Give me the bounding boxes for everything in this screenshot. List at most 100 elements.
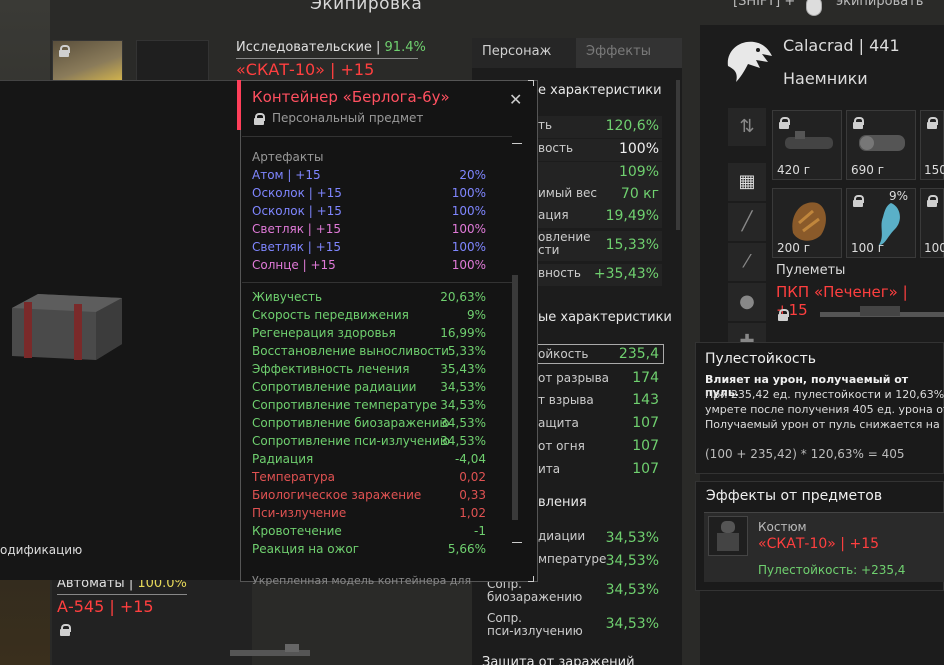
tab-character[interactable]: Персонаж: [472, 38, 576, 68]
stat-value: 100%: [618, 141, 659, 157]
artifact-name[interactable]: Солнце | +15: [252, 258, 336, 272]
item-effects-title: Эффекты от предметов: [706, 488, 883, 504]
divider: [242, 136, 512, 137]
stat-value: 16,99%: [440, 326, 486, 340]
suit-name[interactable]: «СКАТ-10» | +15: [236, 60, 374, 79]
stat-value: 109%: [618, 164, 659, 180]
stat-value: 107: [632, 461, 659, 477]
artifact-value: 100%: [451, 204, 486, 218]
stat-value: 19,49%: [605, 208, 659, 224]
divider: [242, 282, 512, 283]
container-title: Контейнер «Берлога-6у»: [252, 88, 450, 106]
stat-label: овление сти: [538, 230, 591, 257]
stat-value: 34,53%: [605, 553, 659, 569]
stat-label: имый вес: [538, 186, 597, 200]
stat-value: 15,33%: [605, 237, 659, 253]
artifact-name[interactable]: Светляк | +15: [252, 222, 341, 236]
artifact-name[interactable]: Осколок | +15: [252, 204, 342, 218]
scroll-bottom-mark: [512, 542, 522, 543]
stat-label: ита: [538, 462, 561, 476]
page-title: Экипировка: [310, 0, 423, 14]
inventory-cell[interactable]: 100: [920, 188, 944, 258]
stat-value: -1: [474, 524, 486, 538]
stat-label: ойкость: [538, 347, 589, 361]
stat-name: Живучесть: [252, 290, 323, 304]
artifact-value: 100%: [451, 258, 486, 272]
stat-value: 5,33%: [447, 344, 486, 358]
stat-value: 0,02: [459, 470, 486, 484]
stat-value: +35,43%: [593, 266, 659, 282]
tooltip-formula: (100 + 235,42) * 120,63% = 405: [705, 447, 905, 461]
suit-slot[interactable]: [52, 40, 123, 82]
suit-stat: Исследовательские | 91.4%: [236, 40, 426, 55]
stat-label: ащита: [538, 416, 579, 430]
item-kind: Костюм: [758, 520, 807, 534]
stat-label: т взрыва: [538, 393, 594, 407]
stat-value: 1,02: [459, 506, 486, 520]
stat-label: диации: [538, 529, 586, 543]
stat-value: -4,04: [454, 452, 486, 466]
stat-value: 34,53%: [440, 380, 486, 394]
empty-slot[interactable]: [136, 40, 209, 82]
stat-value: 34,53%: [440, 434, 486, 448]
machinegun-category: Пулеметы: [776, 263, 846, 278]
knife-filter-icon[interactable]: ⁄: [728, 243, 766, 281]
rifle-filter-icon[interactable]: ╱: [728, 203, 766, 241]
lock-icon: [927, 195, 938, 207]
artifact-image: [792, 202, 826, 241]
stat-value: 143: [632, 392, 659, 408]
rifle-image: [230, 644, 310, 656]
faction-eagle-icon: [727, 41, 772, 82]
suit-stat-value: 91.4%: [384, 40, 426, 55]
stat-label: ть: [538, 118, 553, 132]
stat-value: 70 кг: [620, 186, 659, 202]
grid-icon[interactable]: ▦: [728, 163, 766, 201]
stat-value: 9%: [466, 308, 486, 322]
section-title: ые характеристики: [538, 310, 672, 325]
stats-scrollbar[interactable]: [676, 80, 680, 230]
artifact-name[interactable]: Осколок | +15: [252, 186, 342, 200]
stat-value: 174: [632, 370, 659, 386]
frame-corner: [528, 80, 534, 86]
artifacts-title: Артефакты: [252, 150, 324, 164]
item-weight: 200 г: [777, 241, 811, 255]
item-name: «СКАТ-10» | +15: [758, 536, 880, 552]
stat-label: вость: [538, 141, 574, 155]
stat-name: Температура: [252, 470, 336, 484]
stat-value: 34,53%: [605, 616, 659, 632]
inventory-cell[interactable]: 150: [920, 110, 944, 180]
stat-name: Биологическое заражение: [252, 488, 422, 502]
container-accent: [237, 80, 241, 130]
artifact-name[interactable]: Светляк | +15: [252, 240, 341, 254]
sort-icon[interactable]: ⇅: [728, 108, 766, 146]
stat-name: Реакция на ожог: [252, 542, 360, 556]
close-icon[interactable]: ✕: [509, 90, 522, 109]
item-weight: 690 г: [851, 163, 885, 177]
artifact-value: 100%: [451, 222, 486, 236]
inventory-cell[interactable]: 420 г: [772, 110, 842, 180]
inventory-cell[interactable]: 9% 100 г: [846, 188, 916, 258]
inventory-cell[interactable]: 690 г: [846, 110, 916, 180]
grenade-filter-icon[interactable]: ●: [728, 283, 766, 321]
tooltip-line: При 235,42 ед. пулестойкости и 120,63%: [705, 388, 944, 401]
character-name: Calacrad | 441: [783, 36, 900, 55]
stat-name: Сопротивление радиации: [252, 380, 417, 394]
artifact-name[interactable]: Атом | +15: [252, 168, 321, 182]
tab-effects[interactable]: Эффекты: [576, 38, 682, 68]
item-weight: 100: [924, 241, 944, 255]
scope-image: [785, 131, 833, 149]
stat-value: 20,63%: [440, 290, 486, 304]
stat-label: Сопр. пси-излучению: [487, 611, 583, 638]
stat-name: Сопротивление температуре: [252, 398, 437, 412]
divider: [236, 58, 418, 59]
equip-hint: экипировать: [836, 0, 924, 9]
divider: [57, 594, 187, 595]
stat-name: Радиация: [252, 452, 314, 466]
stat-value: 107: [632, 438, 659, 454]
inventory-cell[interactable]: 200 г: [772, 188, 842, 258]
stat-value: 0,33: [459, 488, 486, 502]
rifle-name[interactable]: А-545 | +15: [57, 597, 154, 616]
artifact-value: 20%: [459, 168, 486, 182]
stat-value: 34,53%: [440, 416, 486, 430]
container-scrollbar[interactable]: [512, 275, 518, 520]
